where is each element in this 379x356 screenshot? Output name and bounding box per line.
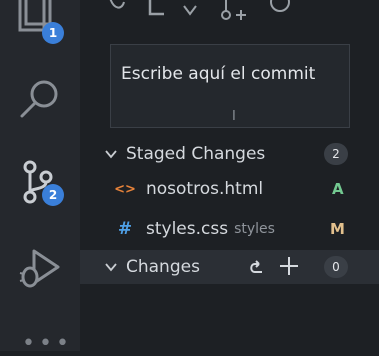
search-icon <box>20 80 58 118</box>
chevron-down-icon[interactable] <box>183 5 197 16</box>
changes-header[interactable]: Changes 0 <box>80 250 379 284</box>
scm-toolbar <box>80 0 379 22</box>
css-file-icon: # <box>117 219 133 239</box>
branch-add-icon[interactable] <box>221 0 246 20</box>
changes-count-badge: 0 <box>324 256 348 278</box>
scm-badge: 2 <box>42 184 64 206</box>
file-directory: styles <box>234 221 275 237</box>
search-button[interactable] <box>0 76 80 126</box>
source-control-panel: Escribe aquí el commit I Staged Changes … <box>80 0 379 351</box>
file-name: nosotros.html <box>146 179 264 199</box>
staged-file-row[interactable]: # styles.css styles M <box>80 213 379 245</box>
commit-message-input[interactable]: Escribe aquí el commit <box>110 44 350 128</box>
staged-count-badge: 2 <box>324 143 348 165</box>
run-debug-icon <box>19 249 60 288</box>
chevron-down-icon <box>105 150 117 159</box>
staged-changes-header[interactable]: Staged Changes 2 <box>80 138 379 170</box>
check-icon[interactable] <box>148 0 164 16</box>
file-status-modified: M <box>330 220 345 238</box>
source-control-button[interactable]: 2 <box>0 158 80 208</box>
explorer-button[interactable]: 1 <box>0 0 80 46</box>
files-icon <box>18 0 52 32</box>
refresh-icon[interactable] <box>109 0 125 9</box>
discard-all-icon[interactable] <box>246 255 268 277</box>
run-debug-button[interactable] <box>0 245 80 295</box>
chevron-down-icon <box>105 263 117 272</box>
source-control-icon <box>23 160 53 204</box>
activity-bar: 1 2 ••• <box>0 0 80 355</box>
file-name: styles.css <box>146 219 229 239</box>
staged-file-row[interactable]: <> nosotros.html A <box>80 173 379 205</box>
stage-all-icon[interactable] <box>278 255 300 277</box>
file-status-added: A <box>332 180 344 198</box>
more-icon[interactable]: ••• <box>22 333 69 355</box>
more-actions-icon[interactable] <box>270 0 290 12</box>
html-file-icon: <> <box>114 181 136 197</box>
text-cursor-icon: I <box>232 109 236 124</box>
explorer-badge: 1 <box>42 22 64 44</box>
